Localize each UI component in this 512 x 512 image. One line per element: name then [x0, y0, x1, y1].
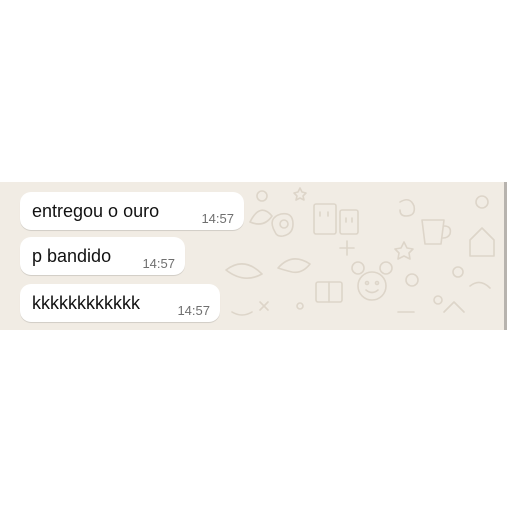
message-bubble[interactable]: p bandido 14:57: [20, 237, 185, 275]
message-time: 14:57: [142, 256, 175, 271]
message-bubble[interactable]: kkkkkkkkkkkk 14:57: [20, 284, 220, 322]
message-time: 14:57: [201, 211, 234, 226]
message-text: kkkkkkkkkkkk: [32, 293, 140, 313]
message-text: entregou o ouro: [32, 201, 160, 221]
message-bubble[interactable]: entregou o ouro 14:57: [20, 192, 244, 230]
message-time: 14:57: [177, 303, 210, 318]
message-text: p bandido: [32, 246, 112, 266]
scrollbar-edge: [504, 182, 507, 330]
